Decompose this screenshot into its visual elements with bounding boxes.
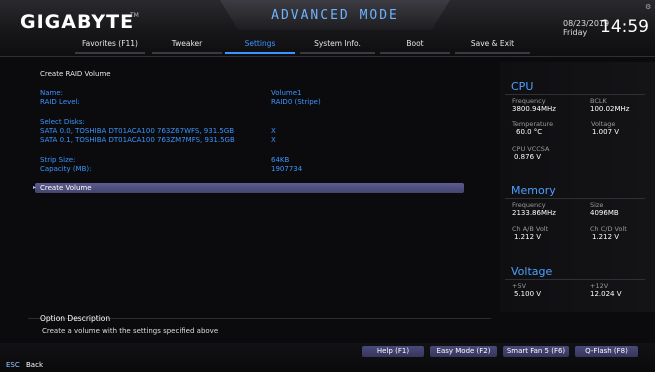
name-label: Name: [40, 89, 64, 97]
selection-bullet-icon: ▸ [33, 184, 37, 191]
tab-underline-active [225, 52, 295, 54]
section-divider [505, 94, 645, 95]
page-title: Create RAID Volume [40, 70, 111, 78]
bclk-label: BCLK [590, 97, 607, 105]
esc-key[interactable]: ESC [6, 361, 20, 369]
create-volume-button[interactable]: Create Volume [40, 184, 92, 192]
cpu-frequency-value: 3800.94MHz [512, 105, 556, 113]
cpu-vccsa-label: CPU VCCSA [512, 145, 550, 153]
raid-level-value[interactable]: RAID0 (Stripe) [271, 98, 321, 106]
name-value[interactable]: Volume1 [271, 89, 302, 97]
tab-favorites[interactable]: Favorites (F11) [75, 39, 145, 48]
raid-level-label: RAID Level: [40, 98, 80, 106]
tab-underline [152, 52, 222, 54]
ch-ab-volt-value: 1.212 V [514, 233, 542, 241]
capacity-label: Capacity (MB): [40, 165, 92, 173]
plus12v-value: 12.024 V [590, 290, 622, 298]
option-description-title: Option Description [40, 314, 111, 323]
tab-system-info[interactable]: System Info. [300, 39, 375, 48]
plus5v-label: +5V [512, 282, 527, 290]
ch-ab-volt-label: Ch A/B Volt [512, 225, 549, 233]
memory-section-title: Memory [511, 184, 556, 197]
tab-underline [300, 52, 375, 54]
section-divider [505, 198, 645, 199]
cpu-voltage-label: Voltage [591, 120, 616, 128]
cpu-temperature-label: Temperature [512, 120, 554, 128]
plus5v-value: 5.100 V [514, 290, 542, 298]
memory-frequency-label: Frequency [512, 201, 546, 209]
tab-underline [75, 52, 145, 54]
ch-cd-volt-label: Ch C/D Volt [590, 225, 627, 233]
tab-save-exit[interactable]: Save & Exit [455, 39, 530, 48]
memory-frequency-value: 2133.86MHz [512, 209, 556, 217]
capacity-value[interactable]: 1907734 [271, 165, 302, 173]
cpu-temperature-value: 60.0 °C [516, 128, 543, 136]
ch-cd-volt-value: 1.212 V [592, 233, 620, 241]
cpu-voltage-value: 1.007 V [592, 128, 620, 136]
cpu-section-title: CPU [511, 80, 534, 93]
tab-underline [455, 52, 530, 54]
q-flash-button[interactable]: Q-Flash (F8) [575, 346, 638, 357]
settings-gear-icon[interactable]: ⚙ [645, 3, 651, 11]
memory-size-label: Size [590, 201, 604, 209]
disk-label: SATA 0.1, TOSHIBA DT01ACA100 763ZM7MFS, … [40, 136, 235, 144]
option-description-text: Create a volume with the settings specif… [42, 327, 219, 335]
bclk-value: 100.02MHz [590, 105, 630, 113]
gigabyte-logo: GIGABYTE [20, 11, 135, 33]
memory-size-value: 4096MB [590, 209, 619, 217]
disk-select-value[interactable]: X [271, 136, 276, 144]
tab-boot[interactable]: Boot [380, 39, 450, 48]
strip-size-label: Strip Size: [40, 156, 76, 164]
back-button[interactable]: Back [26, 361, 43, 369]
disk-select-value[interactable]: X [271, 127, 276, 135]
mode-title: ADVANCED MODE [271, 8, 399, 23]
trademark-mark: TM [130, 12, 139, 19]
select-disks-label: Select Disks: [40, 118, 85, 126]
help-button[interactable]: Help (F1) [362, 346, 424, 357]
tab-underline [380, 52, 450, 54]
tab-settings[interactable]: Settings [225, 39, 295, 48]
cpu-vccsa-value: 0.876 V [514, 153, 542, 161]
voltage-section-title: Voltage [511, 265, 553, 278]
tab-tweaker[interactable]: Tweaker [152, 39, 222, 48]
create-volume-row[interactable] [35, 183, 464, 193]
easy-mode-button[interactable]: Easy Mode (F2) [430, 346, 497, 357]
cpu-frequency-label: Frequency [512, 97, 546, 105]
smart-fan-button[interactable]: Smart Fan 5 (F6) [503, 346, 569, 357]
clock: 14:59 [600, 17, 649, 37]
disk-label: SATA 0.0, TOSHIBA DT01ACA100 763Z67WFS, … [40, 127, 235, 135]
strip-size-value[interactable]: 64KB [271, 156, 289, 164]
section-divider [505, 279, 645, 280]
plus12v-label: +12V [590, 282, 609, 290]
